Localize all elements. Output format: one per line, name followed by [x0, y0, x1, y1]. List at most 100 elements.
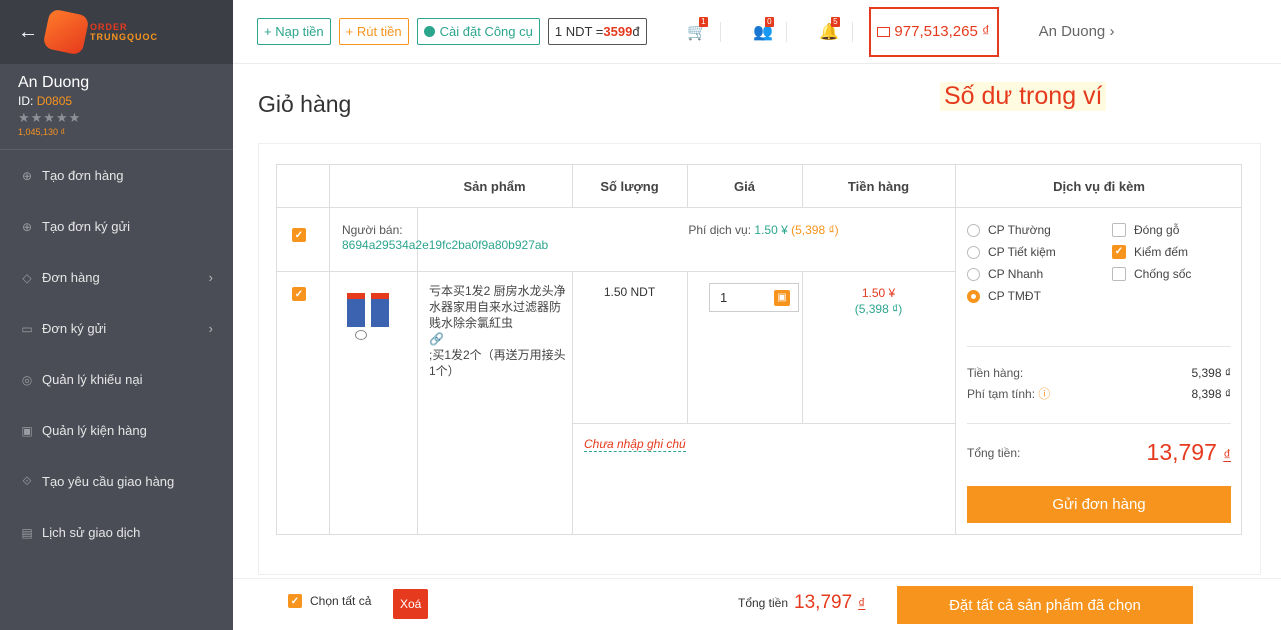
chevron-right-icon: ›: [208, 270, 213, 285]
notifications-button[interactable]: 🔔 5: [807, 16, 853, 42]
top-bar: + Nạp tiền + Rút tiền Cài đặt Công cụ 1 …: [233, 0, 1281, 64]
temp-fee-value: 8,398 ₫: [1191, 387, 1231, 401]
footer-total: Tổng tiền 13,797 ₫: [738, 592, 866, 613]
package-icon: ▣: [21, 423, 33, 438]
cart-table: Sản phẩm Số lượng Giá Tiền hàng Dịch vụ …: [276, 164, 1242, 535]
summary: Tiền hàng: 5,398 ₫ Phí tạm tính: ⓘ 8,398 ₫: [967, 363, 1231, 405]
sidebar-header: ← ORDER TRUNGQUOC: [0, 0, 233, 64]
goods-value: 5,398 ₫: [1191, 366, 1231, 380]
logo-mark-icon: [42, 8, 90, 56]
service-shockproof[interactable]: Chống sốc: [1112, 263, 1191, 285]
footer-bar: ✓ Chọn tất cả Xoá Tổng tiền 13,797 ₫ Đặt …: [233, 578, 1281, 630]
cart-badge: 1: [699, 16, 708, 27]
sidebar-item-create-order[interactable]: ⊕ Tạo đơn hàng: [0, 150, 233, 201]
rating-stars: ★★★★★: [18, 110, 82, 125]
sidebar-item-delivery-request[interactable]: ⟐ Tạo yêu cầu giao hàng: [0, 456, 233, 507]
sidebar-balance: 1,045,130 ₫: [18, 127, 66, 137]
temp-fee-label: Phí tạm tính: ⓘ: [967, 387, 1051, 401]
radio-selected-icon: [967, 290, 980, 304]
withdraw-button[interactable]: + Rút tiền: [338, 18, 409, 45]
chrome-icon: [423, 26, 435, 37]
service-fee: Phí dịch vụ: 1.50 ¥ (5,398 ₫): [688, 223, 839, 237]
radio-icon: [967, 268, 980, 282]
header-services: Dịch vụ đi kèm: [1053, 179, 1145, 194]
logo[interactable]: ORDER TRUNGQUOC: [42, 8, 158, 56]
header-quantity: Số lượng: [600, 179, 659, 194]
plus-circle-icon: ⊕: [21, 219, 33, 234]
user-name: An Duong: [18, 74, 90, 91]
deposit-button[interactable]: + Nạp tiền: [257, 18, 331, 45]
note-input[interactable]: Chưa nhập ghi chú: [584, 437, 686, 452]
select-all-checkbox[interactable]: ✓: [288, 594, 302, 608]
unit-price: 1.50 NDT: [603, 285, 656, 299]
complaint-icon: ◎: [21, 372, 33, 387]
sidebar-item-create-consignment[interactable]: ⊕ Tạo đơn ký gửi: [0, 201, 233, 252]
goods-label: Tiền hàng:: [967, 366, 1024, 380]
delete-button[interactable]: Xoá: [393, 589, 429, 619]
total-label: Tổng tiền:: [967, 445, 1021, 460]
sidebar-item-complaints[interactable]: ◎ Quản lý khiếu nại: [0, 354, 233, 405]
chevron-right-icon: ›: [208, 321, 213, 336]
service-counting[interactable]: ✓ Kiểm đếm: [1112, 241, 1191, 263]
shipping-option-fast[interactable]: CP Nhanh: [967, 263, 1056, 285]
header-amount: Tiền hàng: [847, 179, 910, 194]
select-all[interactable]: ✓ Chọn tất cả: [288, 594, 371, 608]
user-id-value: D0805: [36, 94, 73, 108]
exchange-rate: 1 NDT = 3599 đ: [547, 18, 647, 45]
user-menu[interactable]: An Duong ›: [1039, 23, 1115, 40]
help-icon[interactable]: ⓘ: [1038, 387, 1050, 401]
logo-text-line1: ORDER: [90, 22, 128, 32]
product-thumbnail[interactable]: [345, 285, 397, 345]
sidebar: ← ORDER TRUNGQUOC An Duong ID: D0805 ★★★…: [0, 0, 233, 630]
product-link-icon[interactable]: 🔗: [429, 331, 569, 347]
send-order-button[interactable]: Gửi đơn hàng: [967, 486, 1231, 523]
quantity-input[interactable]: 1 ▣: [709, 283, 799, 312]
wallet-annotation: Số dư trong ví: [940, 82, 1107, 111]
sidebar-item-packages[interactable]: ▣ Quản lý kiện hàng: [0, 405, 233, 456]
sidebar-item-consignments[interactable]: ▭ Đơn ký gửi ›: [0, 303, 233, 354]
page-title: Giỏ hàng: [258, 91, 352, 117]
checkbox-checked-icon: ✓: [1112, 245, 1126, 259]
users-button[interactable]: 👥 0: [741, 16, 787, 42]
back-arrow-icon[interactable]: ←: [18, 21, 46, 44]
checkbox-icon: [1112, 223, 1126, 237]
header-product: Sản phẩm: [463, 179, 526, 194]
order-all-button[interactable]: Đặt tất cả sản phẩm đã chọn: [897, 586, 1193, 624]
total-row: Tổng tiền: 13,797 ₫: [967, 439, 1231, 466]
user-id: ID: D0805: [18, 94, 73, 108]
save-icon[interactable]: ▣: [774, 289, 790, 306]
shipping-option-ecommerce[interactable]: CP TMĐT: [967, 285, 1056, 307]
notifications-badge: 5: [831, 16, 840, 27]
radio-icon: [967, 246, 980, 260]
product-description: 亏本买1发2 厨房水龙头净水器家用自来水过滤器防贱水除余氯紅虫 🔗 ;买1发2个…: [429, 283, 569, 379]
seller-checkbox[interactable]: ✓: [292, 228, 306, 242]
cart-button[interactable]: 🛒 1: [675, 16, 721, 42]
radio-icon: [967, 224, 980, 238]
shipping-options: CP Thường CP Tiết kiệm CP Nhanh CP TMĐT: [967, 219, 1056, 307]
truck-icon: ▭: [21, 321, 33, 336]
wallet-balance[interactable]: 977,513,265 ₫: [868, 6, 999, 57]
total-value: 13,797 ₫: [1146, 439, 1231, 465]
sidebar-menu: ⊕ Tạo đơn hàng ⊕ Tạo đơn ký gửi ◇ Đơn hàng ›…: [0, 150, 233, 558]
product-name[interactable]: 亏本买1发2 厨房水龙头净水器家用自来水过滤器防贱水除余氯紅虫: [429, 283, 569, 331]
install-tool-button[interactable]: Cài đặt Công cụ: [416, 18, 540, 45]
sidebar-item-orders[interactable]: ◇ Đơn hàng ›: [0, 252, 233, 303]
seller-id[interactable]: 8694a29534a2e19fc2ba0f9a80b927ab: [342, 238, 548, 253]
wallet-icon: [877, 26, 891, 37]
card-icon: ▤: [21, 525, 33, 540]
shipping-option-saving[interactable]: CP Tiết kiệm: [967, 241, 1056, 263]
extra-services: Đóng gỗ ✓ Kiểm đếm Chống sốc: [1112, 219, 1191, 285]
table-header: Sản phẩm Số lượng Giá Tiền hàng Dịch vụ …: [277, 165, 1241, 208]
logo-text-line2: TRUNGQUOC: [90, 32, 158, 42]
users-badge: 0: [765, 16, 774, 27]
product-checkbox[interactable]: ✓: [292, 287, 306, 301]
tag-icon: ◇: [22, 270, 32, 285]
delivery-icon: ⟐: [22, 474, 32, 488]
sidebar-item-transactions[interactable]: ▤ Lịch sử giao dịch: [0, 507, 233, 558]
header-price: Giá: [734, 179, 755, 194]
shipping-option-normal[interactable]: CP Thường: [967, 219, 1056, 241]
product-variant: ;买1发2个（再送万用接头1个）: [429, 348, 566, 378]
service-wooden-crate[interactable]: Đóng gỗ: [1112, 219, 1191, 241]
seller-info: Người bán: 8694a29534a2e19fc2ba0f9a80b92…: [342, 223, 549, 253]
user-summary: An Duong ID: D0805 ★★★★★ 1,045,130 ₫: [0, 64, 233, 150]
